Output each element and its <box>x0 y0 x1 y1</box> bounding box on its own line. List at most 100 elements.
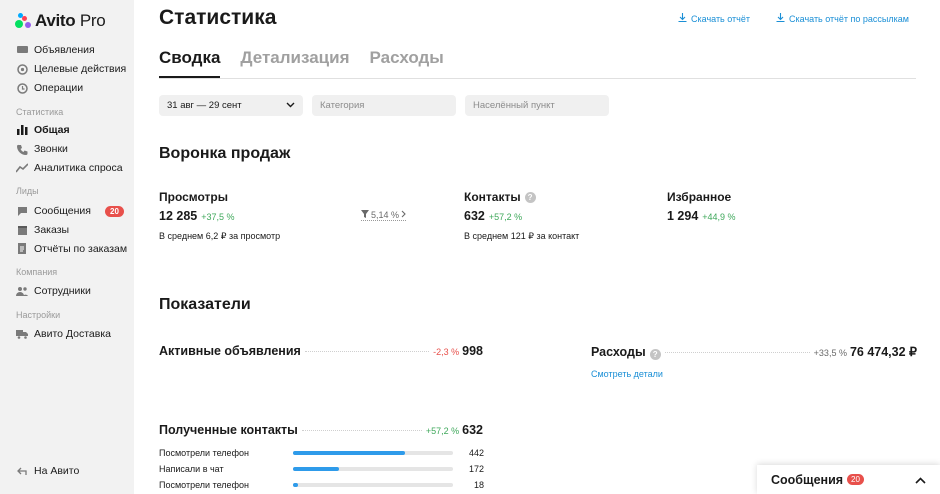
favorites-number: 1 294 <box>667 209 699 223</box>
download-icon <box>776 13 785 24</box>
sidebar-item-general[interactable]: Общая <box>16 122 70 138</box>
sidebar-section-company: Компания <box>16 267 58 277</box>
contact-breakdown-row: Написали в чат 172 <box>159 462 484 476</box>
breakdown-value: 18 <box>473 480 484 490</box>
tabs-divider <box>159 78 916 79</box>
breakdown-track <box>293 451 453 455</box>
views-average-note: В среднем 6,2 ₽ за просмотр <box>159 231 281 241</box>
phone-icon <box>16 143 28 155</box>
active-listings-row: Активные объявления -2,3 % 998 <box>159 344 483 358</box>
sidebar-item-label: На Авито <box>34 465 80 477</box>
tab-summary[interactable]: Сводка <box>159 48 221 78</box>
messages-panel[interactable]: Сообщения 20 <box>757 465 940 494</box>
sidebar-item-label: Авито Доставка <box>34 328 111 340</box>
sidebar-item-label: Целевые действия <box>34 63 127 75</box>
sidebar-item-operations[interactable]: Операции <box>16 80 83 96</box>
see-details-link[interactable]: Смотреть детали <box>591 369 663 379</box>
expenses-row: Расходы ? +33,5 % 76 474,32 ₽ <box>591 344 917 360</box>
expenses-label: Расходы <box>591 345 646 359</box>
expenses-change: +33,5 % <box>813 348 847 358</box>
sidebar-item-order-reports[interactable]: Отчёты по заказам <box>16 241 127 257</box>
breakdown-track <box>293 483 453 487</box>
messages-count-badge: 20 <box>105 205 124 217</box>
favorites-value: 1 294 +44,9 % <box>667 209 736 223</box>
contacts-number: 632 <box>464 209 485 223</box>
received-contacts-change: +57,2 % <box>425 426 460 436</box>
download-mailing-report-link[interactable]: Скачать отчёт по рассылкам <box>776 13 909 24</box>
indicators-title: Показатели <box>159 296 251 313</box>
messages-panel-title: Сообщения <box>771 472 844 487</box>
sidebar-section-stats: Статистика <box>16 107 64 117</box>
active-listings-value: 998 <box>462 344 483 358</box>
chevron-up-icon[interactable] <box>915 471 926 489</box>
box-icon <box>16 224 28 236</box>
sidebar-back-to-avito[interactable]: На Авито <box>16 463 79 479</box>
sidebar-item-label: Сообщения <box>34 205 91 217</box>
sidebar-item-listings[interactable]: Объявления <box>16 42 95 58</box>
logo-dots-icon <box>15 13 31 29</box>
download-report-label: Скачать отчёт <box>691 13 750 24</box>
sidebar-item-label: Сотрудники <box>34 285 91 297</box>
download-mailing-report-label: Скачать отчёт по рассылкам <box>789 13 909 24</box>
sidebar-item-label: Операции <box>34 82 84 94</box>
active-listings-label: Активные объявления <box>159 344 301 358</box>
active-listings-change: -2,3 % <box>433 347 460 357</box>
conversion-rate-value: 5,14 % <box>371 210 400 220</box>
sidebar-section-leads: Лиды <box>16 186 39 196</box>
sidebar-item-calls[interactable]: Звонки <box>16 141 68 157</box>
help-icon[interactable]: ? <box>524 191 536 203</box>
avito-pro-logo[interactable]: Avito Pro <box>15 11 106 31</box>
chevron-down-icon <box>286 100 295 111</box>
favorites-label: Избранное <box>667 190 732 204</box>
breakdown-fill <box>293 467 340 471</box>
tabs: Сводка Детализация Расходы <box>159 48 444 78</box>
breakdown-fill <box>293 451 405 455</box>
breakdown-value: 172 <box>468 464 484 474</box>
contacts-average-note: В среднем 121 ₽ за контакт <box>464 231 580 241</box>
contacts-change: +57,2 % <box>488 212 523 222</box>
page-title: Статистика <box>159 6 277 29</box>
breakdown-label: Написали в чат <box>159 464 224 474</box>
breakdown-fill <box>293 483 298 487</box>
chat-icon <box>16 205 28 217</box>
sidebar-item-label: Общая <box>34 124 70 136</box>
sidebar-item-messages[interactable]: Сообщения 20 <box>16 203 124 219</box>
breakdown-value: 442 <box>468 448 484 458</box>
download-report-link[interactable]: Скачать отчёт <box>678 13 750 24</box>
expenses-value: 76 474,32 ₽ <box>849 345 917 359</box>
sidebar-item-avito-delivery[interactable]: Авито Доставка <box>16 326 111 342</box>
operations-icon <box>16 82 28 94</box>
breakdown-label: Посмотрели телефон <box>159 480 249 490</box>
sidebar-item-target-actions[interactable]: Целевые действия <box>16 61 126 77</box>
help-icon[interactable]: ? <box>649 349 661 360</box>
sidebar-item-orders[interactable]: Заказы <box>16 222 69 238</box>
download-icon <box>678 13 687 24</box>
bar-chart-icon <box>16 124 28 136</box>
trend-icon <box>16 162 28 174</box>
views-label: Просмотры <box>159 190 229 204</box>
contact-breakdown-row: Посмотрели телефон 442 <box>159 446 484 460</box>
location-field[interactable]: Населённый пункт <box>465 95 609 116</box>
contacts-label: Контакты ? <box>464 190 536 204</box>
views-change: +37,5 % <box>201 212 235 222</box>
chevron-right-icon <box>401 210 406 220</box>
contact-breakdown-row: Посмотрели телефон 18 <box>159 478 484 492</box>
people-icon <box>16 285 28 297</box>
sidebar: Avito Pro Объявления Целевые действия Оп… <box>0 0 134 494</box>
favorites-change: +44,9 % <box>702 212 736 222</box>
sidebar-item-demand-analytics[interactable]: Аналитика спроса <box>16 160 123 176</box>
tab-details[interactable]: Детализация <box>240 48 349 78</box>
messages-panel-badge: 20 <box>847 474 864 485</box>
sidebar-item-label: Аналитика спроса <box>34 162 123 174</box>
received-contacts-label: Полученные контакты <box>159 423 298 437</box>
category-field[interactable]: Категория <box>312 95 456 116</box>
tab-expenses[interactable]: Расходы <box>370 48 444 78</box>
conversion-rate-link[interactable]: 5,14 % <box>361 210 407 221</box>
sidebar-item-label: Звонки <box>34 143 68 155</box>
truck-icon <box>16 328 28 340</box>
date-range-select[interactable]: 31 авг — 29 сент <box>159 95 303 116</box>
sidebar-section-settings: Настройки <box>16 310 61 320</box>
views-value: 12 285 +37,5 % <box>159 209 235 223</box>
report-icon <box>16 243 28 255</box>
sidebar-item-employees[interactable]: Сотрудники <box>16 283 91 299</box>
